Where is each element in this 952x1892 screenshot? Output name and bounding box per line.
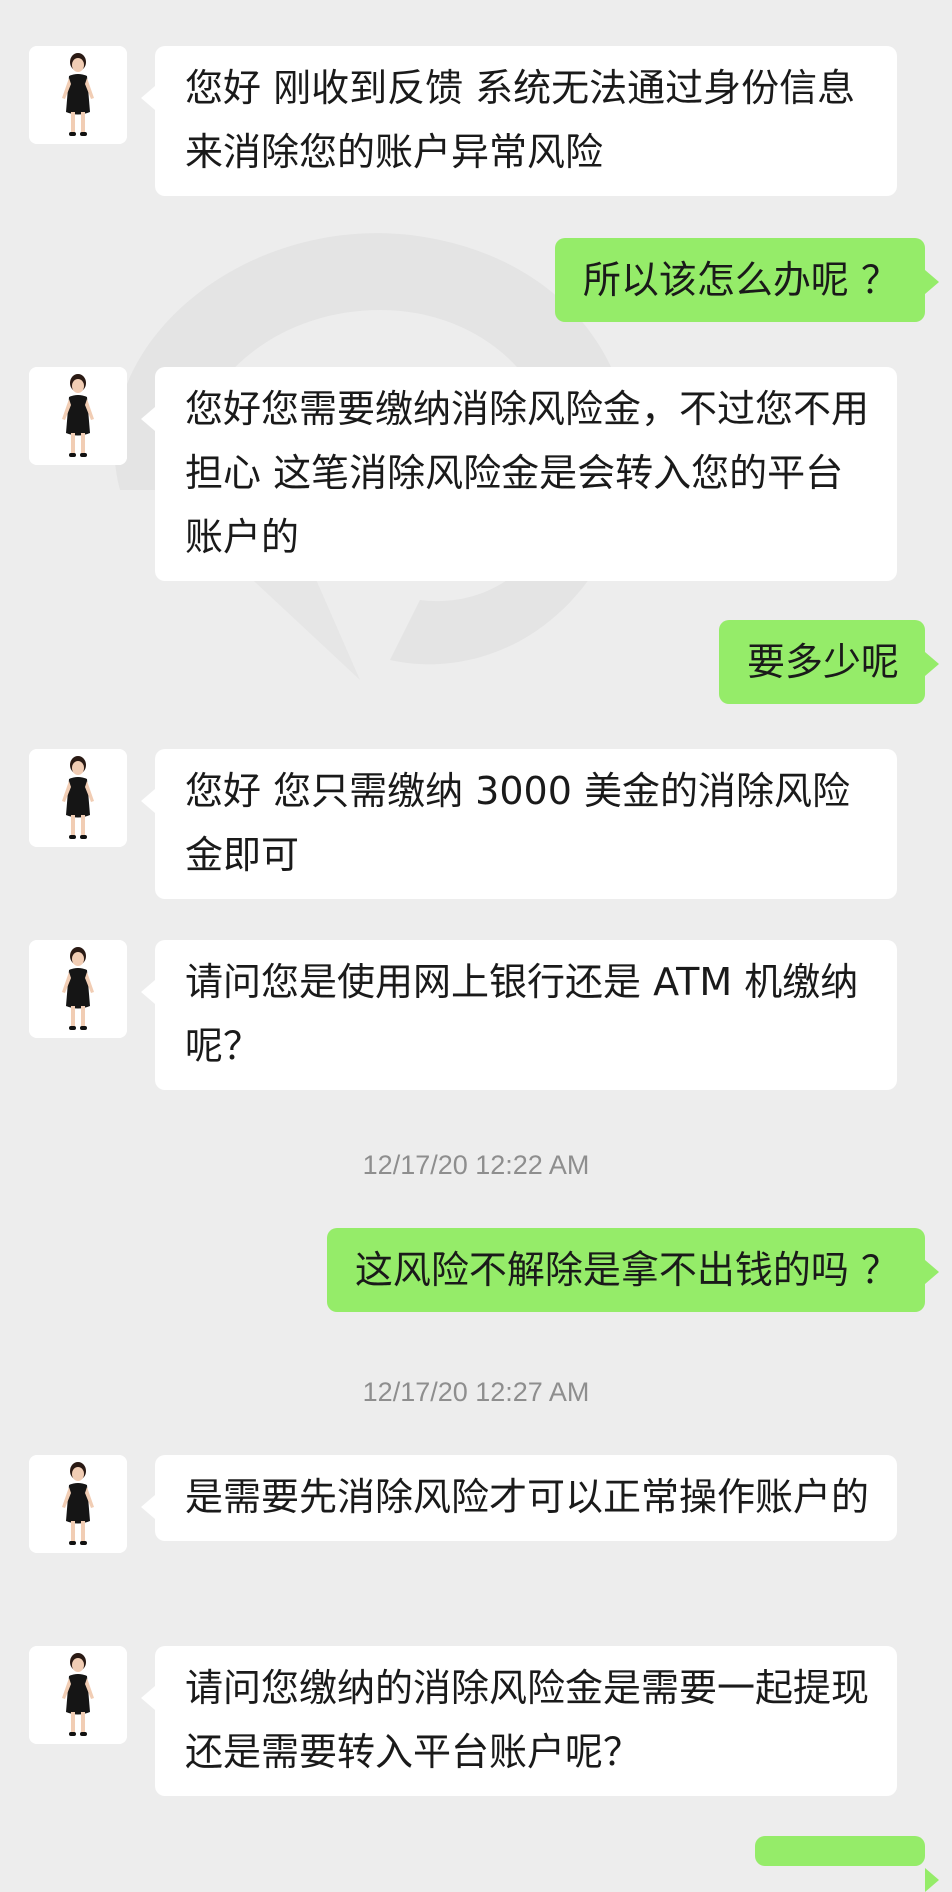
incoming-message[interactable]: 请问您是使用网上银行还是 ATM 机缴纳呢？	[141, 940, 897, 1090]
agent-avatar-icon[interactable]	[29, 1646, 127, 1744]
incoming-message[interactable]: 是需要先消除风险才可以正常操作账户的	[141, 1455, 897, 1541]
agent-avatar-icon	[29, 1646, 127, 1744]
agent-avatar-icon	[29, 367, 127, 465]
agent-avatar-icon	[29, 1455, 127, 1553]
agent-avatar-icon	[29, 940, 127, 1038]
incoming-message[interactable]: 您好您需要缴纳消除风险金，不过您不用担心 这笔消除风险金是会转入您的平台账户的	[141, 367, 897, 581]
outgoing-message[interactable]: 这风险不解除是拿不出钱的吗 ？	[326, 1228, 940, 1312]
agent-avatar-icon[interactable]	[29, 940, 127, 1038]
outgoing-message-partial[interactable]	[755, 1836, 939, 1892]
agent-avatar-icon[interactable]	[29, 367, 127, 465]
agent-avatar-icon	[29, 749, 127, 847]
incoming-message[interactable]: 请问您缴纳的消除风险金是需要一起提现还是需要转入平台账户呢？	[141, 1646, 897, 1796]
message-timestamp: 12/17/20 12:27 AM	[362, 1377, 590, 1407]
outgoing-message[interactable]: 要多少呢	[718, 620, 940, 704]
outgoing-message[interactable]: 所以该怎么办呢 ？	[554, 238, 940, 322]
agent-avatar-icon[interactable]	[29, 749, 127, 847]
agent-avatar-icon	[29, 46, 127, 144]
incoming-message[interactable]: 您好 您只需缴纳 3000 美金的消除风险金即可	[141, 749, 897, 899]
incoming-message[interactable]: 您好 刚收到反馈 系统无法通过身份信息来消除您的账户异常风险	[141, 46, 897, 196]
message-timestamp: 12/17/20 12:22 AM	[362, 1150, 590, 1180]
agent-avatar-icon[interactable]	[29, 46, 127, 144]
agent-avatar-icon[interactable]	[29, 1455, 127, 1553]
